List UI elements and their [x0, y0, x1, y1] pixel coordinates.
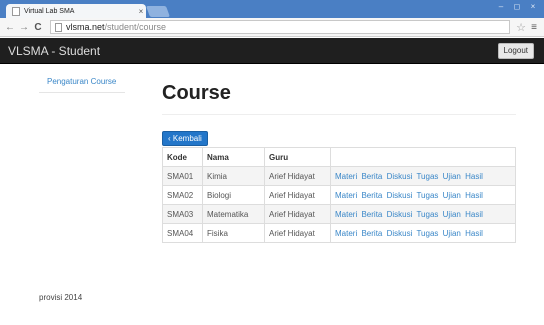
header-kode: Kode — [162, 147, 203, 167]
header-guru: Guru — [264, 147, 331, 167]
hasil-link[interactable]: Hasil — [465, 229, 483, 238]
browser-menu-icon[interactable]: ≡ — [528, 22, 540, 33]
cell-guru: Arief Hidayat — [264, 204, 331, 224]
hasil-link[interactable]: Hasil — [465, 172, 483, 181]
table-row: SMA04 Fisika Arief Hidayat Materi Berita… — [162, 223, 516, 243]
cell-nama: Kimia — [202, 166, 265, 186]
page-title: Course — [162, 82, 231, 104]
ujian-link[interactable]: Ujian — [443, 172, 461, 181]
cell-actions: Materi Berita Diskusi Tugas Ujian Hasil — [330, 185, 516, 205]
browser-tab[interactable]: Virtual Lab SMA × — [6, 4, 146, 18]
new-tab-button[interactable] — [145, 6, 171, 17]
cell-actions: Materi Berita Diskusi Tugas Ujian Hasil — [330, 204, 516, 224]
page-icon — [55, 22, 62, 32]
table-row: SMA03 Matematika Arief Hidayat Materi Be… — [162, 204, 516, 224]
close-window-icon[interactable]: × — [526, 2, 540, 12]
cell-guru: Arief Hidayat — [264, 185, 331, 205]
title-divider — [162, 114, 516, 115]
cell-actions: Materi Berita Diskusi Tugas Ujian Hasil — [330, 223, 516, 243]
kembali-button[interactable]: ‹ Kembali — [162, 131, 208, 146]
ujian-link[interactable]: Ujian — [443, 191, 461, 200]
footer-text: provisi 2014 — [39, 293, 83, 302]
window-controls: – ◻ × — [494, 2, 540, 12]
app-navbar: VLSMA - Student Logout — [0, 38, 544, 64]
cell-kode: SMA01 — [162, 166, 203, 186]
hasil-link[interactable]: Hasil — [465, 210, 483, 219]
forward-arrow-icon[interactable]: → — [18, 22, 30, 33]
ujian-link[interactable]: Ujian — [443, 210, 461, 219]
minimize-icon[interactable]: – — [494, 2, 508, 12]
materi-link[interactable]: Materi — [335, 191, 357, 200]
address-bar[interactable]: vlsma.net /student/course — [50, 20, 510, 34]
cell-kode: SMA04 — [162, 223, 203, 243]
cell-guru: Arief Hidayat — [264, 166, 331, 186]
table-header-row: Kode Nama Guru — [162, 147, 516, 167]
back-arrow-icon[interactable]: ← — [4, 22, 16, 33]
tab-close-icon[interactable]: × — [136, 7, 146, 16]
materi-link[interactable]: Materi — [335, 172, 357, 181]
tab-title: Virtual Lab SMA — [24, 7, 75, 15]
logout-button[interactable]: Logout — [497, 43, 534, 59]
header-nama: Nama — [202, 147, 265, 167]
bookmark-star-icon[interactable]: ☆ — [514, 21, 528, 34]
url-path: /student/course — [104, 22, 167, 32]
cell-guru: Arief Hidayat — [264, 223, 331, 243]
page-favicon-icon — [12, 6, 20, 16]
berita-link[interactable]: Berita — [361, 172, 382, 181]
table-row: SMA02 Biologi Arief Hidayat Materi Berit… — [162, 185, 516, 205]
tugas-link[interactable]: Tugas — [416, 191, 438, 200]
browser-titlebar: Virtual Lab SMA × – ◻ × — [0, 0, 544, 18]
diskusi-link[interactable]: Diskusi — [387, 191, 413, 200]
berita-link[interactable]: Berita — [361, 210, 382, 219]
header-actions — [330, 147, 516, 167]
cell-nama: Biologi — [202, 185, 265, 205]
materi-link[interactable]: Materi — [335, 210, 357, 219]
diskusi-link[interactable]: Diskusi — [387, 210, 413, 219]
brand-title[interactable]: VLSMA - Student — [8, 44, 100, 58]
cell-actions: Materi Berita Diskusi Tugas Ujian Hasil — [330, 166, 516, 186]
cell-kode: SMA02 — [162, 185, 203, 205]
url-host: vlsma.net — [66, 22, 105, 32]
browser-toolbar: ← → C vlsma.net /student/course ☆ ≡ — [0, 18, 544, 37]
maximize-icon[interactable]: ◻ — [510, 2, 524, 12]
hasil-link[interactable]: Hasil — [465, 191, 483, 200]
tugas-link[interactable]: Tugas — [416, 229, 438, 238]
tugas-link[interactable]: Tugas — [416, 210, 438, 219]
ujian-link[interactable]: Ujian — [443, 229, 461, 238]
reload-icon[interactable]: C — [32, 22, 44, 33]
berita-link[interactable]: Berita — [361, 191, 382, 200]
cell-nama: Fisika — [202, 223, 265, 243]
berita-link[interactable]: Berita — [361, 229, 382, 238]
diskusi-link[interactable]: Diskusi — [387, 229, 413, 238]
materi-link[interactable]: Materi — [335, 229, 357, 238]
sidebar-item-pengaturan-course[interactable]: Pengaturan Course — [39, 76, 125, 93]
table-row: SMA01 Kimia Arief Hidayat Materi Berita … — [162, 166, 516, 186]
cell-kode: SMA03 — [162, 204, 203, 224]
diskusi-link[interactable]: Diskusi — [387, 172, 413, 181]
cell-nama: Matematika — [202, 204, 265, 224]
tugas-link[interactable]: Tugas — [416, 172, 438, 181]
sidebar: Pengaturan Course — [39, 76, 125, 93]
course-table: Kode Nama Guru SMA01 Kimia Arief Hidayat… — [162, 147, 516, 243]
